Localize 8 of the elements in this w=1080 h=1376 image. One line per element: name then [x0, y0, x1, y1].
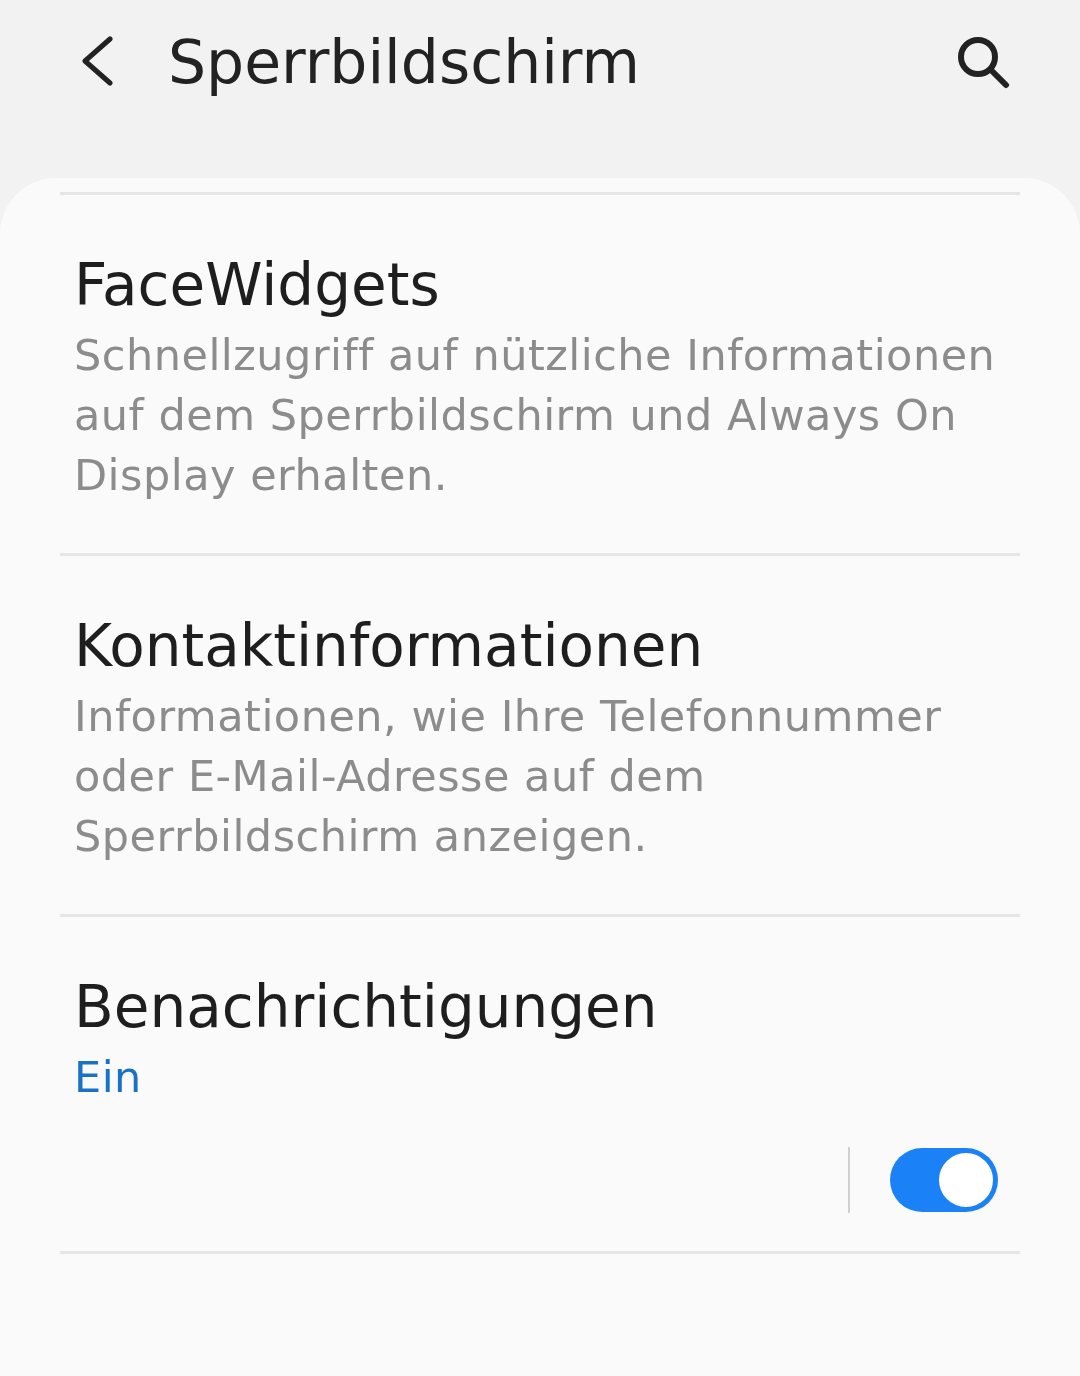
- setting-summary: Ein: [74, 1051, 143, 1104]
- search-icon[interactable]: [956, 35, 1010, 89]
- setting-summary: Schnellzugriff auf nützliche Informationen auf dem Sperrbildschirm und Always On Display erhalten.: [74, 329, 997, 502]
- back-icon[interactable]: [80, 36, 114, 86]
- setting-summary: Informationen, wie Ihre Telefonnummer oder E-Mail-Adresse auf dem Sperrbildschirm anzeigen.: [74, 690, 943, 863]
- setting-title[interactable]: Benachrichtigungen: [74, 967, 1006, 1047]
- setting-title[interactable]: Kontaktinformationen: [74, 606, 1006, 686]
- setting-title[interactable]: FaceWidgets: [74, 245, 1006, 325]
